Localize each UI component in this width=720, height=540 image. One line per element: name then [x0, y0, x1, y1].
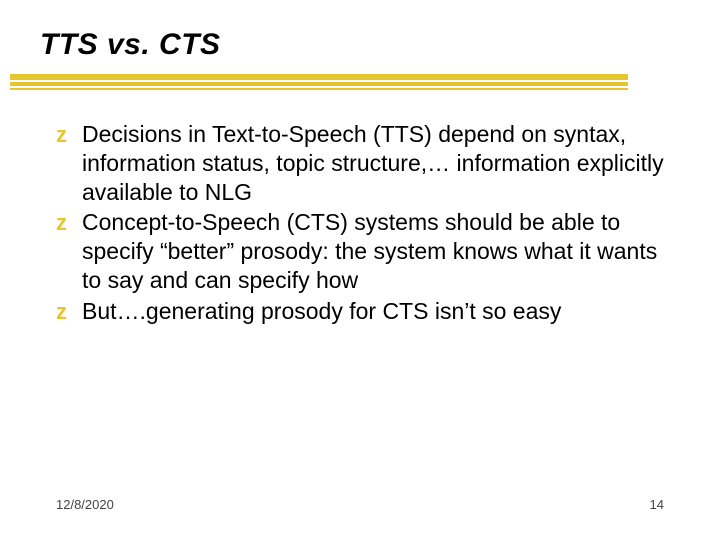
- bullet-item: z Decisions in Text-to-Speech (TTS) depe…: [56, 120, 680, 206]
- slide-body: z Decisions in Text-to-Speech (TTS) depe…: [56, 120, 680, 327]
- bullet-text: Decisions in Text-to-Speech (TTS) depend…: [82, 121, 664, 205]
- slide: TTS vs. CTS z Decisions in Text-to-Speec…: [0, 0, 720, 540]
- bullet-text: But….generating prosody for CTS isn’t so…: [82, 298, 561, 324]
- footer-date: 12/8/2020: [56, 497, 114, 512]
- slide-title: TTS vs. CTS: [40, 28, 221, 62]
- bullet-item: z But….generating prosody for CTS isn’t …: [56, 297, 680, 326]
- bullet-text: Concept-to-Speech (CTS) systems should b…: [82, 209, 657, 293]
- title-underline: [10, 74, 628, 90]
- bullet-item: z Concept-to-Speech (CTS) systems should…: [56, 208, 680, 294]
- bullet-icon: z: [56, 209, 67, 237]
- bullet-icon: z: [56, 298, 67, 326]
- bullet-icon: z: [56, 121, 67, 149]
- footer-page-number: 14: [650, 497, 664, 512]
